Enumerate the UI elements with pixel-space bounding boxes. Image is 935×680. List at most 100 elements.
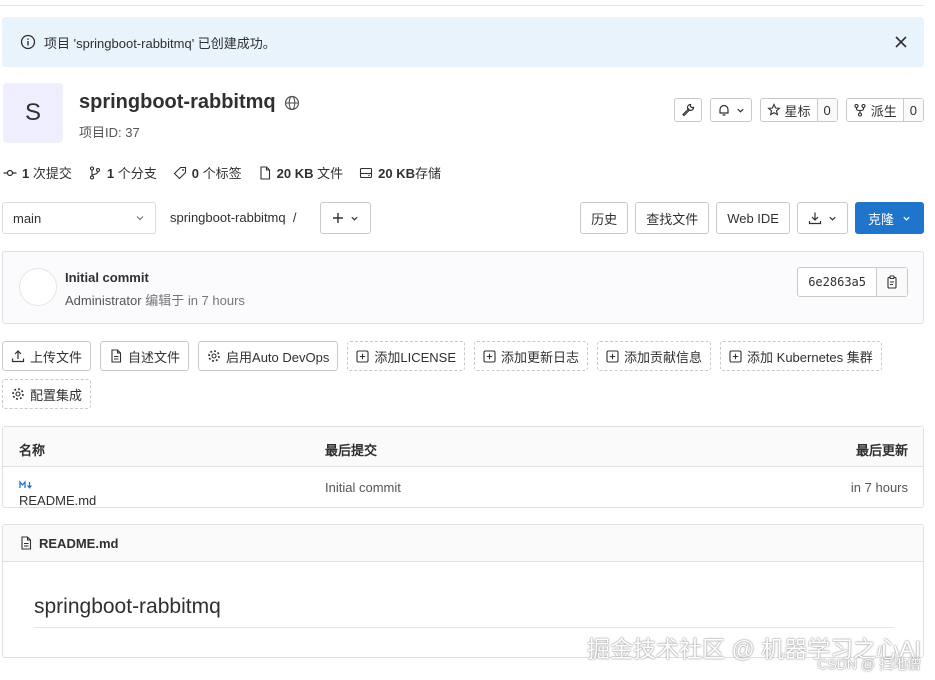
add-changelog-button[interactable]: 添加更新日志 [474, 341, 589, 371]
branch-name: main [13, 210, 42, 226]
info-icon [20, 34, 36, 50]
gear-icon [208, 350, 220, 362]
readme-header: README.md [3, 525, 923, 562]
plus-square-icon [356, 349, 369, 363]
star-count: 0 [816, 99, 837, 121]
add-license-button[interactable]: 添加LICENSE [347, 341, 465, 371]
action-label: 添加LICENSE [374, 349, 456, 365]
alert-message: 项目 'springboot-rabbitmq' 已创建成功。 [44, 35, 276, 51]
configure-integrations-button[interactable]: 配置集成 [2, 379, 92, 409]
star-icon [766, 103, 781, 116]
close-alert-button[interactable] [892, 33, 910, 51]
tags-stat[interactable]: 0 个标签 [173, 163, 242, 182]
watermark-secondary: CSDN @ 扫地僧 [817, 656, 921, 672]
commit-sha-group: 6e2863a5 [797, 267, 908, 297]
star-button[interactable]: 星标 0 [759, 98, 838, 122]
plus-icon [333, 213, 343, 223]
wrench-icon [681, 103, 694, 117]
author-avatar[interactable] [19, 268, 57, 306]
gear-icon [12, 388, 24, 400]
action-label: 添加贡献信息 [624, 349, 703, 365]
project-action-buttons: 上传文件 自述文件 启用Auto DevOps 添加LICENSE 添加更新日志… [2, 341, 924, 409]
table-row[interactable]: README.md Initial commit in 7 hours [3, 467, 923, 508]
plus-square-icon [729, 349, 742, 363]
file-icon [111, 349, 122, 363]
commit-title[interactable]: Initial commit [65, 270, 149, 285]
branch-icon [89, 165, 100, 180]
project-id: 项目ID: 37 [79, 125, 140, 140]
globe-icon [284, 95, 299, 110]
readme-button[interactable]: 自述文件 [100, 341, 190, 371]
success-alert: 项目 'springboot-rabbitmq' 已创建成功。 [2, 17, 924, 67]
tag-icon [173, 166, 186, 179]
action-label: 配置集成 [30, 387, 83, 403]
file-last-commit[interactable]: Initial commit [325, 480, 401, 495]
branches-stat[interactable]: 1 个分支 [88, 163, 157, 182]
clipboard-icon [887, 275, 897, 289]
fork-button[interactable]: 派生 0 [845, 98, 924, 122]
chevron-down-icon [903, 216, 910, 221]
repo-action-buttons: 历史 查找文件 Web IDE 克隆 [580, 202, 924, 234]
breadcrumb[interactable]: springboot-rabbitmq / [170, 210, 296, 225]
commit-author[interactable]: Administrator [65, 293, 142, 308]
storage-icon [360, 167, 373, 178]
file-icon [21, 536, 32, 550]
upload-file-button[interactable]: 上传文件 [2, 341, 92, 371]
web-ide-button[interactable]: Web IDE [716, 202, 790, 234]
notification-button[interactable] [709, 98, 752, 122]
add-dropdown-button[interactable] [320, 202, 371, 234]
plus-square-icon [606, 349, 619, 363]
copy-sha-button[interactable] [877, 268, 907, 296]
commit-icon [3, 169, 17, 176]
clone-button[interactable]: 克隆 [854, 202, 924, 234]
avatar-letter: S [24, 99, 41, 126]
commit-time: 编辑于 in 7 hours [145, 293, 245, 308]
readme-filename[interactable]: README.md [39, 536, 118, 551]
chevron-down-icon [829, 216, 836, 221]
fork-count: 0 [902, 99, 923, 121]
project-name: springboot-rabbitmq [79, 91, 276, 113]
action-label: 添加更新日志 [501, 349, 580, 365]
branch-selector[interactable]: main [2, 202, 156, 234]
star-label: 星标 [784, 103, 811, 119]
top-divider [0, 5, 924, 6]
plus-square-icon [483, 349, 496, 363]
action-label: 自述文件 [128, 349, 181, 365]
files-stat[interactable]: 20 KB 文件 [258, 163, 343, 182]
upload-icon [11, 350, 25, 363]
readme-heading: springboot-rabbitmq [34, 595, 894, 628]
history-button[interactable]: 历史 [580, 202, 629, 234]
commits-stat[interactable]: 1 次提交 [3, 163, 72, 182]
commit-sha[interactable]: 6e2863a5 [798, 268, 877, 296]
fork-icon [854, 103, 866, 117]
settings-button[interactable] [673, 98, 702, 122]
find-file-button[interactable]: 查找文件 [635, 202, 710, 234]
close-icon [895, 36, 907, 48]
markdown-icon [19, 480, 32, 489]
clone-label: 克隆 [867, 211, 894, 227]
action-label: 上传文件 [30, 349, 83, 365]
download-button[interactable] [796, 202, 848, 234]
action-label: 启用Auto DevOps [226, 349, 330, 365]
file-icon [260, 165, 270, 180]
auto-devops-button[interactable]: 启用Auto DevOps [198, 341, 339, 371]
file-last-update: in 7 hours [850, 480, 908, 495]
action-label: 添加 Kubernetes 集群 [747, 349, 873, 365]
chevron-down-icon [136, 216, 144, 221]
chevron-down-icon [351, 216, 358, 221]
fork-label: 派生 [870, 103, 897, 119]
col-name: 名称 [19, 443, 46, 458]
table-header: 名称 最后提交 最后更新 [3, 427, 923, 467]
repo-nav-row: main springboot-rabbitmq / 历史 查找文件 Web I… [2, 202, 924, 234]
col-last-update: 最后更新 [855, 443, 908, 458]
bell-icon [718, 104, 729, 116]
file-name-cell[interactable]: README.md [19, 480, 96, 508]
file-name: README.md [19, 493, 97, 508]
storage-stat[interactable]: 20 KB存储 [359, 163, 441, 182]
add-contributing-button[interactable]: 添加贡献信息 [597, 341, 712, 371]
project-stats: 1 次提交 1 个分支 0 个标签 20 KB 文件 20 KB存储 [3, 163, 441, 182]
add-kubernetes-button[interactable]: 添加 Kubernetes 集群 [720, 341, 882, 371]
commit-meta: Administrator 编辑于 in 7 hours [65, 290, 245, 309]
chevron-down-icon [736, 108, 744, 113]
col-last-commit: 最后提交 [325, 443, 378, 458]
